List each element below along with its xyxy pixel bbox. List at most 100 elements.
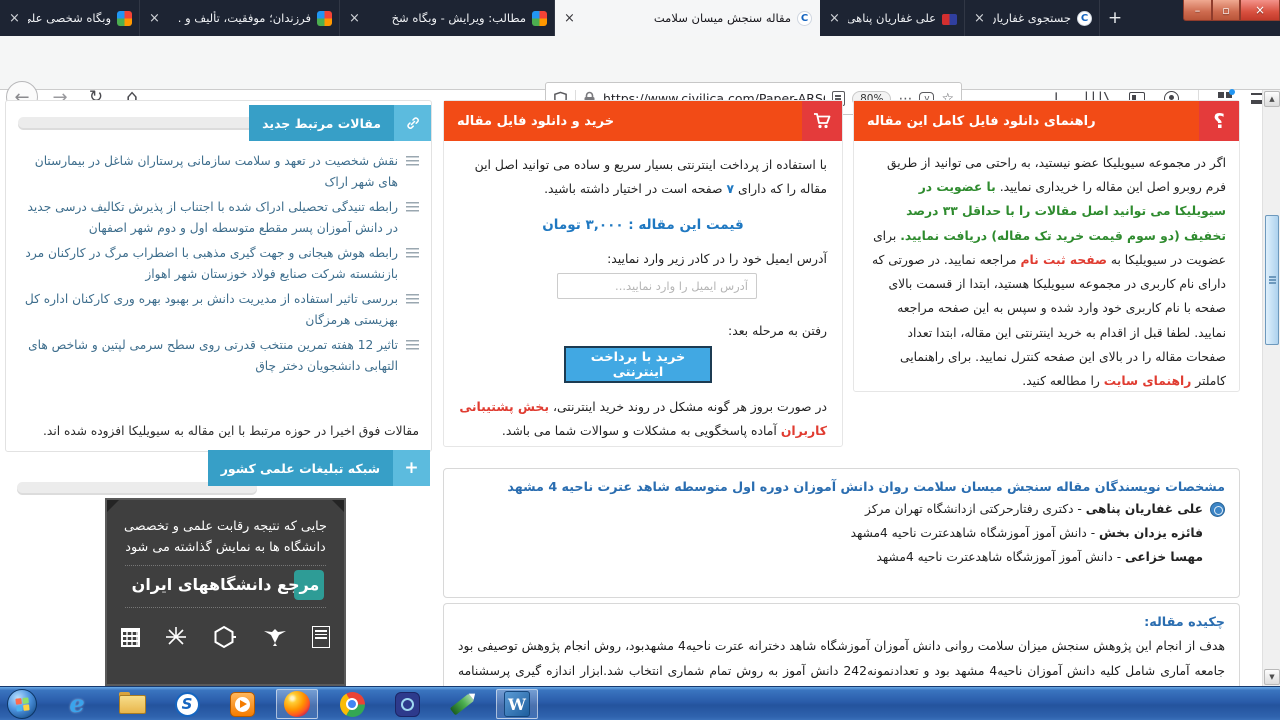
- article-link[interactable]: رابطه تنیدگی تحصیلی ادراک شده با اجتناب …: [16, 197, 398, 238]
- tab-civilica-search[interactable]: × جستجوی غفاریان C: [965, 0, 1100, 36]
- starburst-logo-icon: [165, 626, 187, 648]
- ads-network-title: شبکه تبلیغات علمی کشور: [208, 450, 393, 486]
- buy-online-button[interactable]: خرید با پرداخت اینترنتی: [564, 346, 712, 383]
- notification-dot: [1229, 89, 1235, 95]
- qr-logo-icon: [121, 628, 140, 647]
- joomla-icon: [532, 11, 547, 26]
- author-name[interactable]: فائزه یزدان بخش: [1099, 526, 1203, 540]
- plus-icon[interactable]: +: [393, 450, 430, 486]
- browser-nav-bar: ← → ↻ ⌂ https://www.civilica.com/Paper-A…: [0, 36, 1280, 90]
- new-tab-button[interactable]: +: [1100, 0, 1130, 36]
- start-button[interactable]: [7, 689, 37, 719]
- taskbar-item-word-active[interactable]: W: [496, 689, 538, 719]
- tab-search-engine[interactable]: × علی غفاریان پناهی - جوی: [820, 0, 965, 36]
- tab-title: مطالب: ویرایش - وبگاه شخ: [368, 11, 526, 25]
- author-name[interactable]: علی غفاریان پناهی: [1086, 502, 1203, 516]
- purchase-intro: با استفاده از پرداخت اینترنتی بسیار سریع…: [459, 153, 827, 201]
- author-affiliation: دانش آموز آموزشگاه شاهدعترت ناحیه 4مشهد: [877, 550, 1113, 564]
- screen: × وبگاه شخصی علی اصغر پ × فرزندان؛ موفقی…: [0, 0, 1280, 720]
- taskbar-item-explorer[interactable]: [111, 689, 153, 719]
- green-pen-icon: [450, 693, 474, 715]
- tab-civilica-paper-active[interactable]: × مقاله سنجش میسان سلامت C: [555, 0, 820, 36]
- tab-close-icon[interactable]: ×: [562, 12, 577, 25]
- cart-icon: [802, 101, 842, 141]
- next-step-label: رفتن به مرحله بعد:: [459, 323, 827, 338]
- register-page-link[interactable]: صفحه ثبت نام: [1020, 253, 1107, 267]
- minimize-button[interactable]: –: [1183, 0, 1212, 21]
- tab-title: فرزندان؛ موفقیت، تألیف و .: [168, 11, 311, 25]
- browser-tab-bar: × وبگاه شخصی علی اصغر پ × فرزندان؛ موفقی…: [0, 0, 1280, 36]
- article-link[interactable]: رابطه هوش هیجانی و جهت گیری مذهبی با اضط…: [16, 243, 398, 284]
- tab-close-icon[interactable]: ×: [972, 12, 987, 25]
- hexagon-logo-icon: [211, 624, 237, 650]
- window-controls: – ▫ ×: [1183, 0, 1280, 21]
- site-guide-link[interactable]: راهنمای سایت: [1104, 374, 1192, 388]
- tab-title: وبگاه شخصی علی اصغر پ: [28, 11, 111, 25]
- related-articles-footer: مقالات فوق اخیرا در حوزه مرتبط با این مق…: [16, 424, 419, 438]
- taskbar-item-notes[interactable]: [441, 689, 483, 719]
- taskbar-item-chrome[interactable]: [331, 689, 373, 719]
- chrome-icon: [340, 692, 365, 717]
- corner-decoration: [330, 498, 346, 514]
- list-item[interactable]: رابطه تنیدگی تحصیلی ادراک شده با اجتناب …: [16, 197, 419, 238]
- list-item[interactable]: رابطه هوش هیجانی و جهت گیری مذهبی با اضط…: [16, 243, 419, 284]
- divider: [125, 565, 326, 566]
- joomla-icon: [117, 11, 132, 26]
- taskbar-item-firefox-active[interactable]: [276, 689, 318, 719]
- author-name[interactable]: مهسا خزاعی: [1125, 550, 1203, 564]
- list-lines-icon: [406, 156, 419, 166]
- tab-children-article[interactable]: × فرزندان؛ موفقیت، تألیف و .: [140, 0, 340, 36]
- page-scrollbar[interactable]: ▲ ▼: [1262, 90, 1280, 686]
- list-item[interactable]: نقش شخصیت در تعهد و سلامت سازمانی پرستار…: [16, 151, 419, 192]
- tab-close-icon[interactable]: ×: [347, 12, 362, 25]
- author-row: مهسا خزاعی - دانش آموز آموزشگاه شاهدعترت…: [444, 546, 1239, 570]
- corner-decoration: [105, 498, 121, 514]
- guide-header: راهنمای دانلود فایل کامل این مقاله ؟: [854, 101, 1239, 141]
- authors-panel: مشخصات نویسندگان مقاله سنجش میسان سلامت …: [443, 468, 1240, 598]
- taskbar-item-portal[interactable]: [386, 689, 428, 719]
- windows-taskbar: e S W FA ▲ × 01:01 ب.ظ ۲۰۲۰/۰۹/۰۵: [0, 686, 1280, 720]
- author-row: علی غفاریان پناهی - دکتری رفتارحرکتی ازد…: [444, 498, 1239, 522]
- authors-title: مشخصات نویسندگان مقاله سنجش میسان سلامت …: [444, 469, 1239, 498]
- author-affiliation: دانش آموز آموزشگاه شاهدعترت ناحیه 4مشهد: [851, 526, 1087, 540]
- tab-title: علی غفاریان پناهی - جوی: [848, 11, 936, 25]
- ad-banner[interactable]: جایی که نتیجه رقابت علمی و تخصصی دانشگاه…: [105, 498, 346, 686]
- article-link[interactable]: بررسی تاثیر استفاده از مدیریت دانش بر به…: [16, 289, 398, 330]
- joomla-icon: [317, 11, 332, 26]
- article-link[interactable]: نقش شخصیت در تعهد و سلامت سازمانی پرستار…: [16, 151, 398, 192]
- list-lines-icon: [406, 294, 419, 304]
- tab-close-icon[interactable]: ×: [827, 12, 842, 25]
- tab-personal-site[interactable]: × وبگاه شخصی علی اصغر پ: [0, 0, 140, 36]
- article-link[interactable]: تاثیر 12 هفته تمرین منتخب قدرتی روی سطح …: [16, 335, 398, 376]
- tab-close-icon[interactable]: ×: [7, 12, 22, 25]
- list-item[interactable]: تاثیر 12 هفته تمرین منتخب قدرتی روی سطح …: [16, 335, 419, 376]
- list-item[interactable]: بررسی تاثیر استفاده از مدیریت دانش بر به…: [16, 289, 419, 330]
- email-input[interactable]: [557, 273, 757, 299]
- seal-logo-icon: [312, 626, 330, 648]
- scrollbar-down-arrow[interactable]: ▼: [1264, 669, 1280, 685]
- taskbar-item-player[interactable]: [221, 689, 263, 719]
- tab-strip: × وبگاه شخصی علی اصغر پ × فرزندان؛ موفقی…: [0, 0, 1130, 36]
- ad-text: جایی که نتیجه رقابت علمی و تخصصی دانشگاه…: [107, 516, 344, 558]
- author-affiliation: دکتری رفتارحرکتی ازدانشگاه تهران مرکز: [865, 502, 1074, 516]
- scrollbar-up-arrow[interactable]: ▲: [1264, 91, 1280, 107]
- divider: [125, 607, 326, 608]
- related-articles-panel: مقالات مرتبط جدید نقش شخصیت در تعهد و سل…: [5, 100, 432, 452]
- close-button[interactable]: ×: [1240, 0, 1280, 21]
- firefox-icon: [284, 691, 310, 717]
- ad-brand: مرجع دانشگاههای ایران: [107, 572, 344, 600]
- tab-close-icon[interactable]: ×: [147, 12, 162, 25]
- scrollbar-thumb[interactable]: [1265, 215, 1279, 345]
- media-player-icon: [230, 692, 255, 717]
- university-logos-row: [107, 614, 344, 650]
- internet-explorer-icon: e: [69, 692, 84, 716]
- author-row: فائزه یزدان بخش - دانش آموز آموزشگاه شاه…: [444, 522, 1239, 546]
- taskbar-item-s-app[interactable]: S: [166, 689, 208, 719]
- tab-title: جستجوی غفاریان: [993, 11, 1071, 25]
- guide-title: راهنمای دانلود فایل کامل این مقاله: [854, 101, 1199, 141]
- maximize-button[interactable]: ▫: [1212, 0, 1240, 21]
- tab-content-edit[interactable]: × مطالب: ویرایش - وبگاه شخ: [340, 0, 555, 36]
- taskbar-item-ie[interactable]: e: [56, 689, 98, 719]
- link-icon: [394, 105, 431, 141]
- purchase-panel: خرید و دانلود فایل مقاله با استفاده از پ…: [443, 100, 843, 447]
